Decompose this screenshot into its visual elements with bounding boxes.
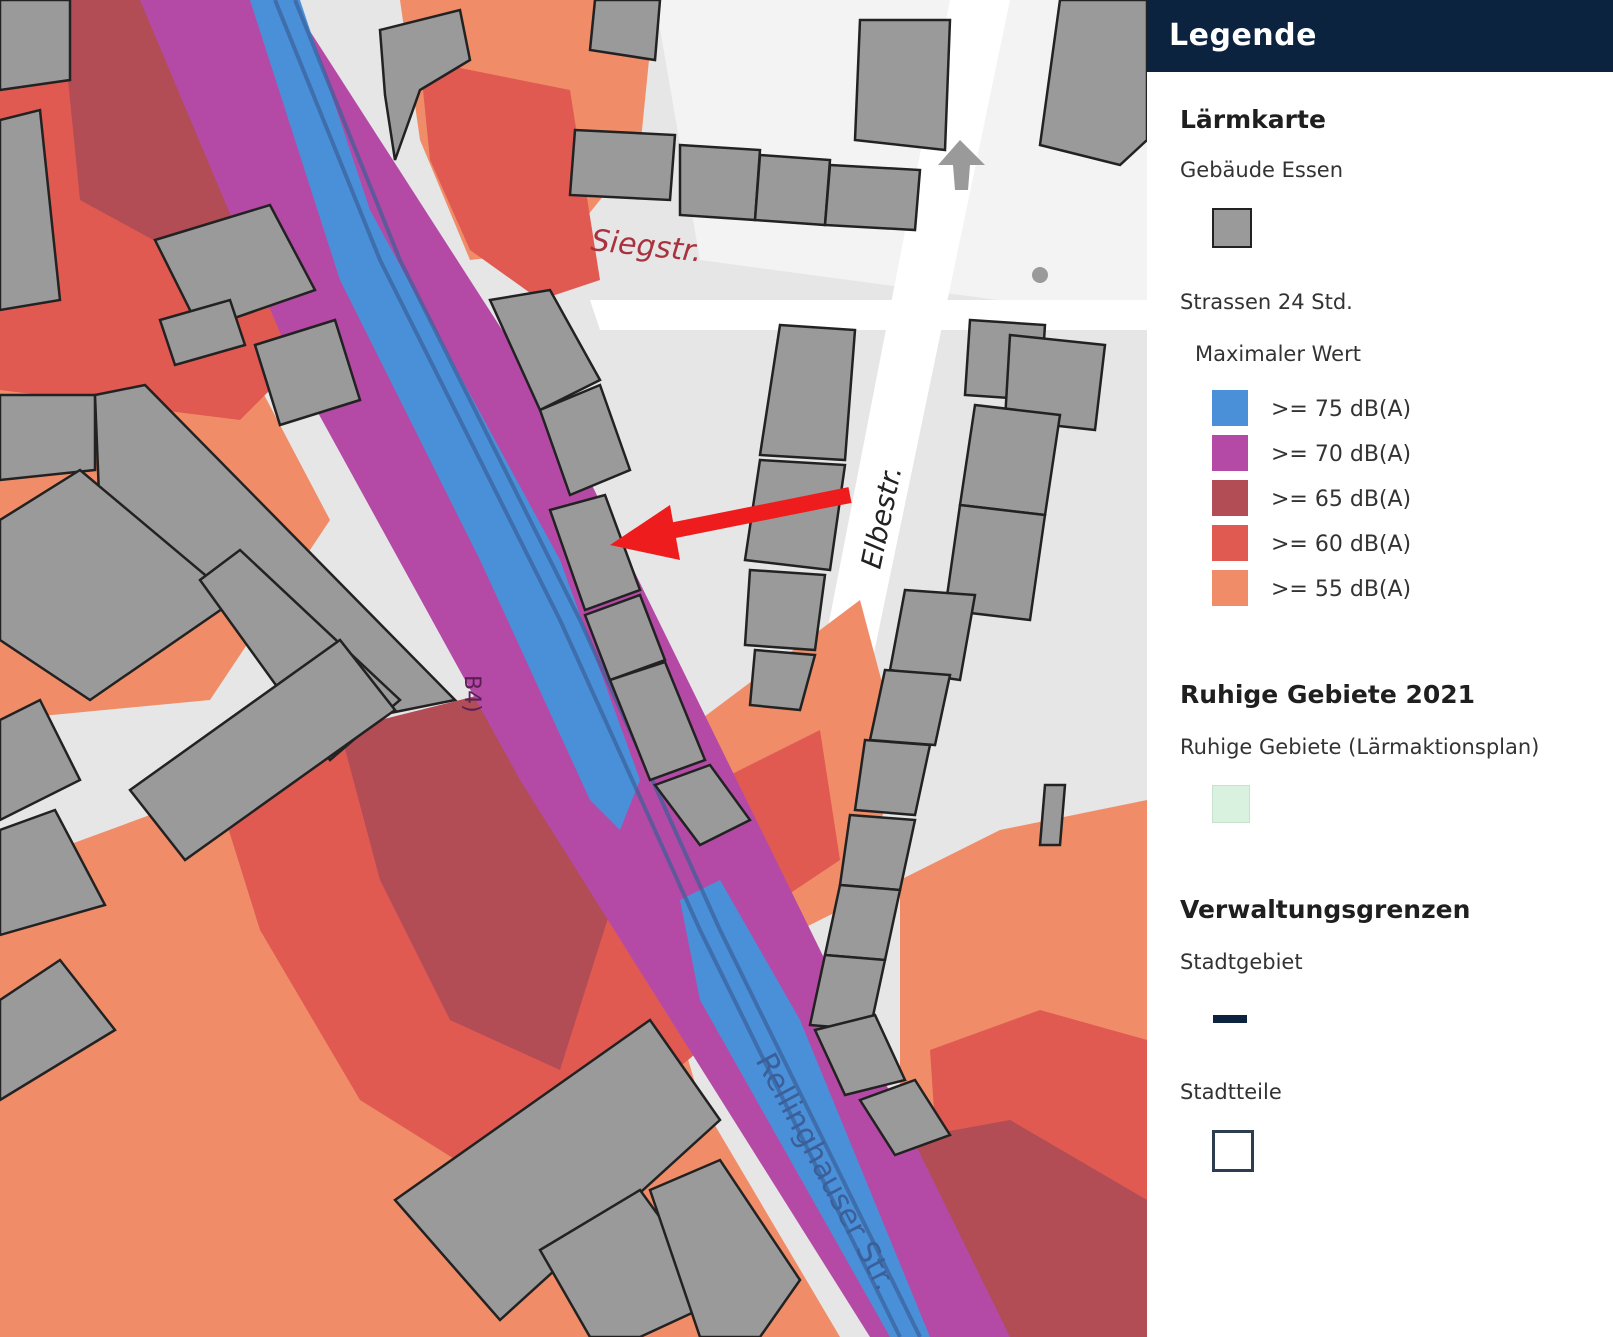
layer-label-gebaeude: Gebäude Essen [1180, 158, 1344, 182]
swatch-ruhige-gebiete [1212, 785, 1250, 823]
class-label-65db: >= 65 dB(A) [1271, 487, 1412, 512]
building [678, 143, 762, 222]
swatch-60db [1212, 525, 1248, 561]
building [823, 163, 922, 232]
legend-panel: Legende Lärmkarte Gebäude Essen Strassen… [1147, 0, 1613, 1337]
street-cross [590, 300, 1147, 330]
class-label-55db: >= 55 dB(A) [1271, 577, 1412, 602]
section-heading-verwaltungsgrenzen: Verwaltungsgrenzen [1180, 895, 1471, 924]
building [1038, 0, 1147, 167]
swatch-70db [1212, 435, 1248, 471]
building [868, 668, 952, 747]
swatch-stadtgebiet [1213, 1015, 1247, 1023]
layer-label-ruhige-gebiete: Ruhige Gebiete (Lärmaktionsplan) [1180, 735, 1540, 759]
building [743, 568, 827, 652]
map-point-marker [1032, 267, 1048, 283]
layer-label-strassen: Strassen 24 Std. [1180, 290, 1353, 314]
swatch-75db [1212, 390, 1248, 426]
section-heading-laermkarte: Lärmkarte [1180, 105, 1326, 134]
legend-title: Legende [1169, 18, 1317, 53]
swatch-65db [1212, 480, 1248, 516]
layer-label-stadtgebiet: Stadtgebiet [1180, 950, 1303, 974]
road-label-b4: B4) [459, 675, 484, 713]
layer-label-stadtteile: Stadtteile [1180, 1080, 1282, 1104]
building [753, 153, 832, 227]
building [853, 18, 952, 152]
building [888, 588, 977, 682]
swatch-gebaeude [1212, 208, 1252, 248]
legend-header: Legende [1147, 0, 1613, 72]
building [588, 0, 662, 62]
class-label-60db: >= 60 dB(A) [1271, 532, 1412, 557]
swatch-stadtteile [1212, 1130, 1254, 1172]
section-heading-ruhige-gebiete: Ruhige Gebiete 2021 [1180, 680, 1476, 709]
noise-map[interactable]: Siegstr. Elbestr. Rellinghauser Str. B4) [0, 0, 1147, 1337]
class-label-70db: >= 70 dB(A) [1271, 442, 1412, 467]
building [0, 393, 97, 482]
building [958, 403, 1062, 517]
class-label-75db: >= 75 dB(A) [1271, 397, 1412, 422]
building [568, 128, 677, 202]
building [1038, 783, 1067, 847]
building [0, 0, 72, 92]
layer-sublabel-maximaler-wert: Maximaler Wert [1195, 342, 1361, 366]
map-canvas[interactable]: Siegstr. Elbestr. Rellinghauser Str. B4) [0, 0, 1147, 1337]
swatch-55db [1212, 570, 1248, 606]
